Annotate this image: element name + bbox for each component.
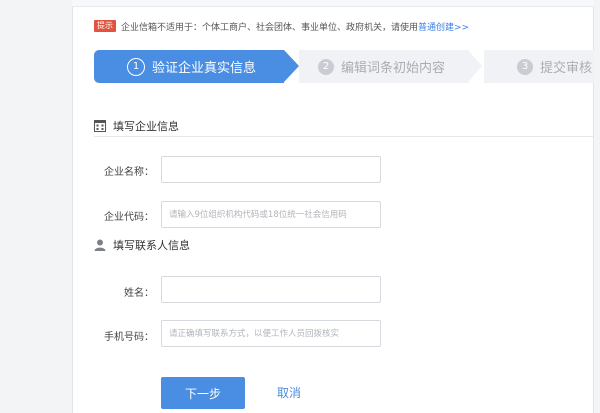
- building-icon: [94, 120, 106, 132]
- next-step-button[interactable]: 下一步: [161, 377, 245, 409]
- contact-name-label: 姓名：: [124, 288, 154, 299]
- step-number: 3: [517, 58, 533, 75]
- step-arrow: [284, 50, 299, 82]
- section-title: 填写企业信息: [113, 120, 179, 133]
- step-label: 编辑词条初始内容: [341, 61, 446, 76]
- normal-create-link[interactable]: 普通创建>>: [418, 20, 469, 33]
- step-number: 1: [127, 57, 145, 76]
- company-code-label: 企业代码：: [104, 212, 154, 223]
- step-number: 2: [318, 58, 334, 75]
- company-name-input[interactable]: [161, 156, 381, 183]
- section-title: 填写联系人信息: [113, 239, 190, 252]
- top-border: [72, 0, 594, 7]
- step-verify: 1 验证企业真实信息: [94, 50, 284, 83]
- section-divider: [94, 136, 594, 137]
- contact-name-input[interactable]: [161, 276, 381, 303]
- step-label: 验证企业真实信息: [152, 61, 257, 76]
- phone-input[interactable]: [161, 320, 381, 347]
- contact-section-header: 填写联系人信息: [94, 237, 190, 253]
- step-edit: 2 编辑词条初始内容: [299, 50, 469, 83]
- cancel-link[interactable]: 取消: [277, 384, 301, 401]
- left-frame: [0, 0, 73, 413]
- company-code-input[interactable]: [161, 201, 381, 228]
- company-section-header: 填写企业信息: [94, 118, 179, 134]
- step-submit: 3 提交审核: [484, 50, 594, 83]
- notice-text: 企业信箱不适用于：个体工商户、社会团体、事业单位、政府机关，请使用: [121, 22, 419, 33]
- user-icon: [94, 239, 106, 251]
- step-label: 提交审核: [540, 61, 593, 76]
- company-name-label: 企业名称：: [104, 167, 154, 178]
- phone-label: 手机号码：: [104, 332, 154, 343]
- right-frame: [593, 0, 600, 413]
- notice-tag: 提示: [94, 20, 116, 32]
- notice-bar: 提示 企业信箱不适用于：个体工商户、社会团体、事业单位、政府机关，请使用 普通创…: [94, 19, 469, 33]
- step-arrow: [468, 50, 482, 82]
- step-progress: 1 验证企业真实信息 2 编辑词条初始内容 3 提交审核: [94, 50, 594, 83]
